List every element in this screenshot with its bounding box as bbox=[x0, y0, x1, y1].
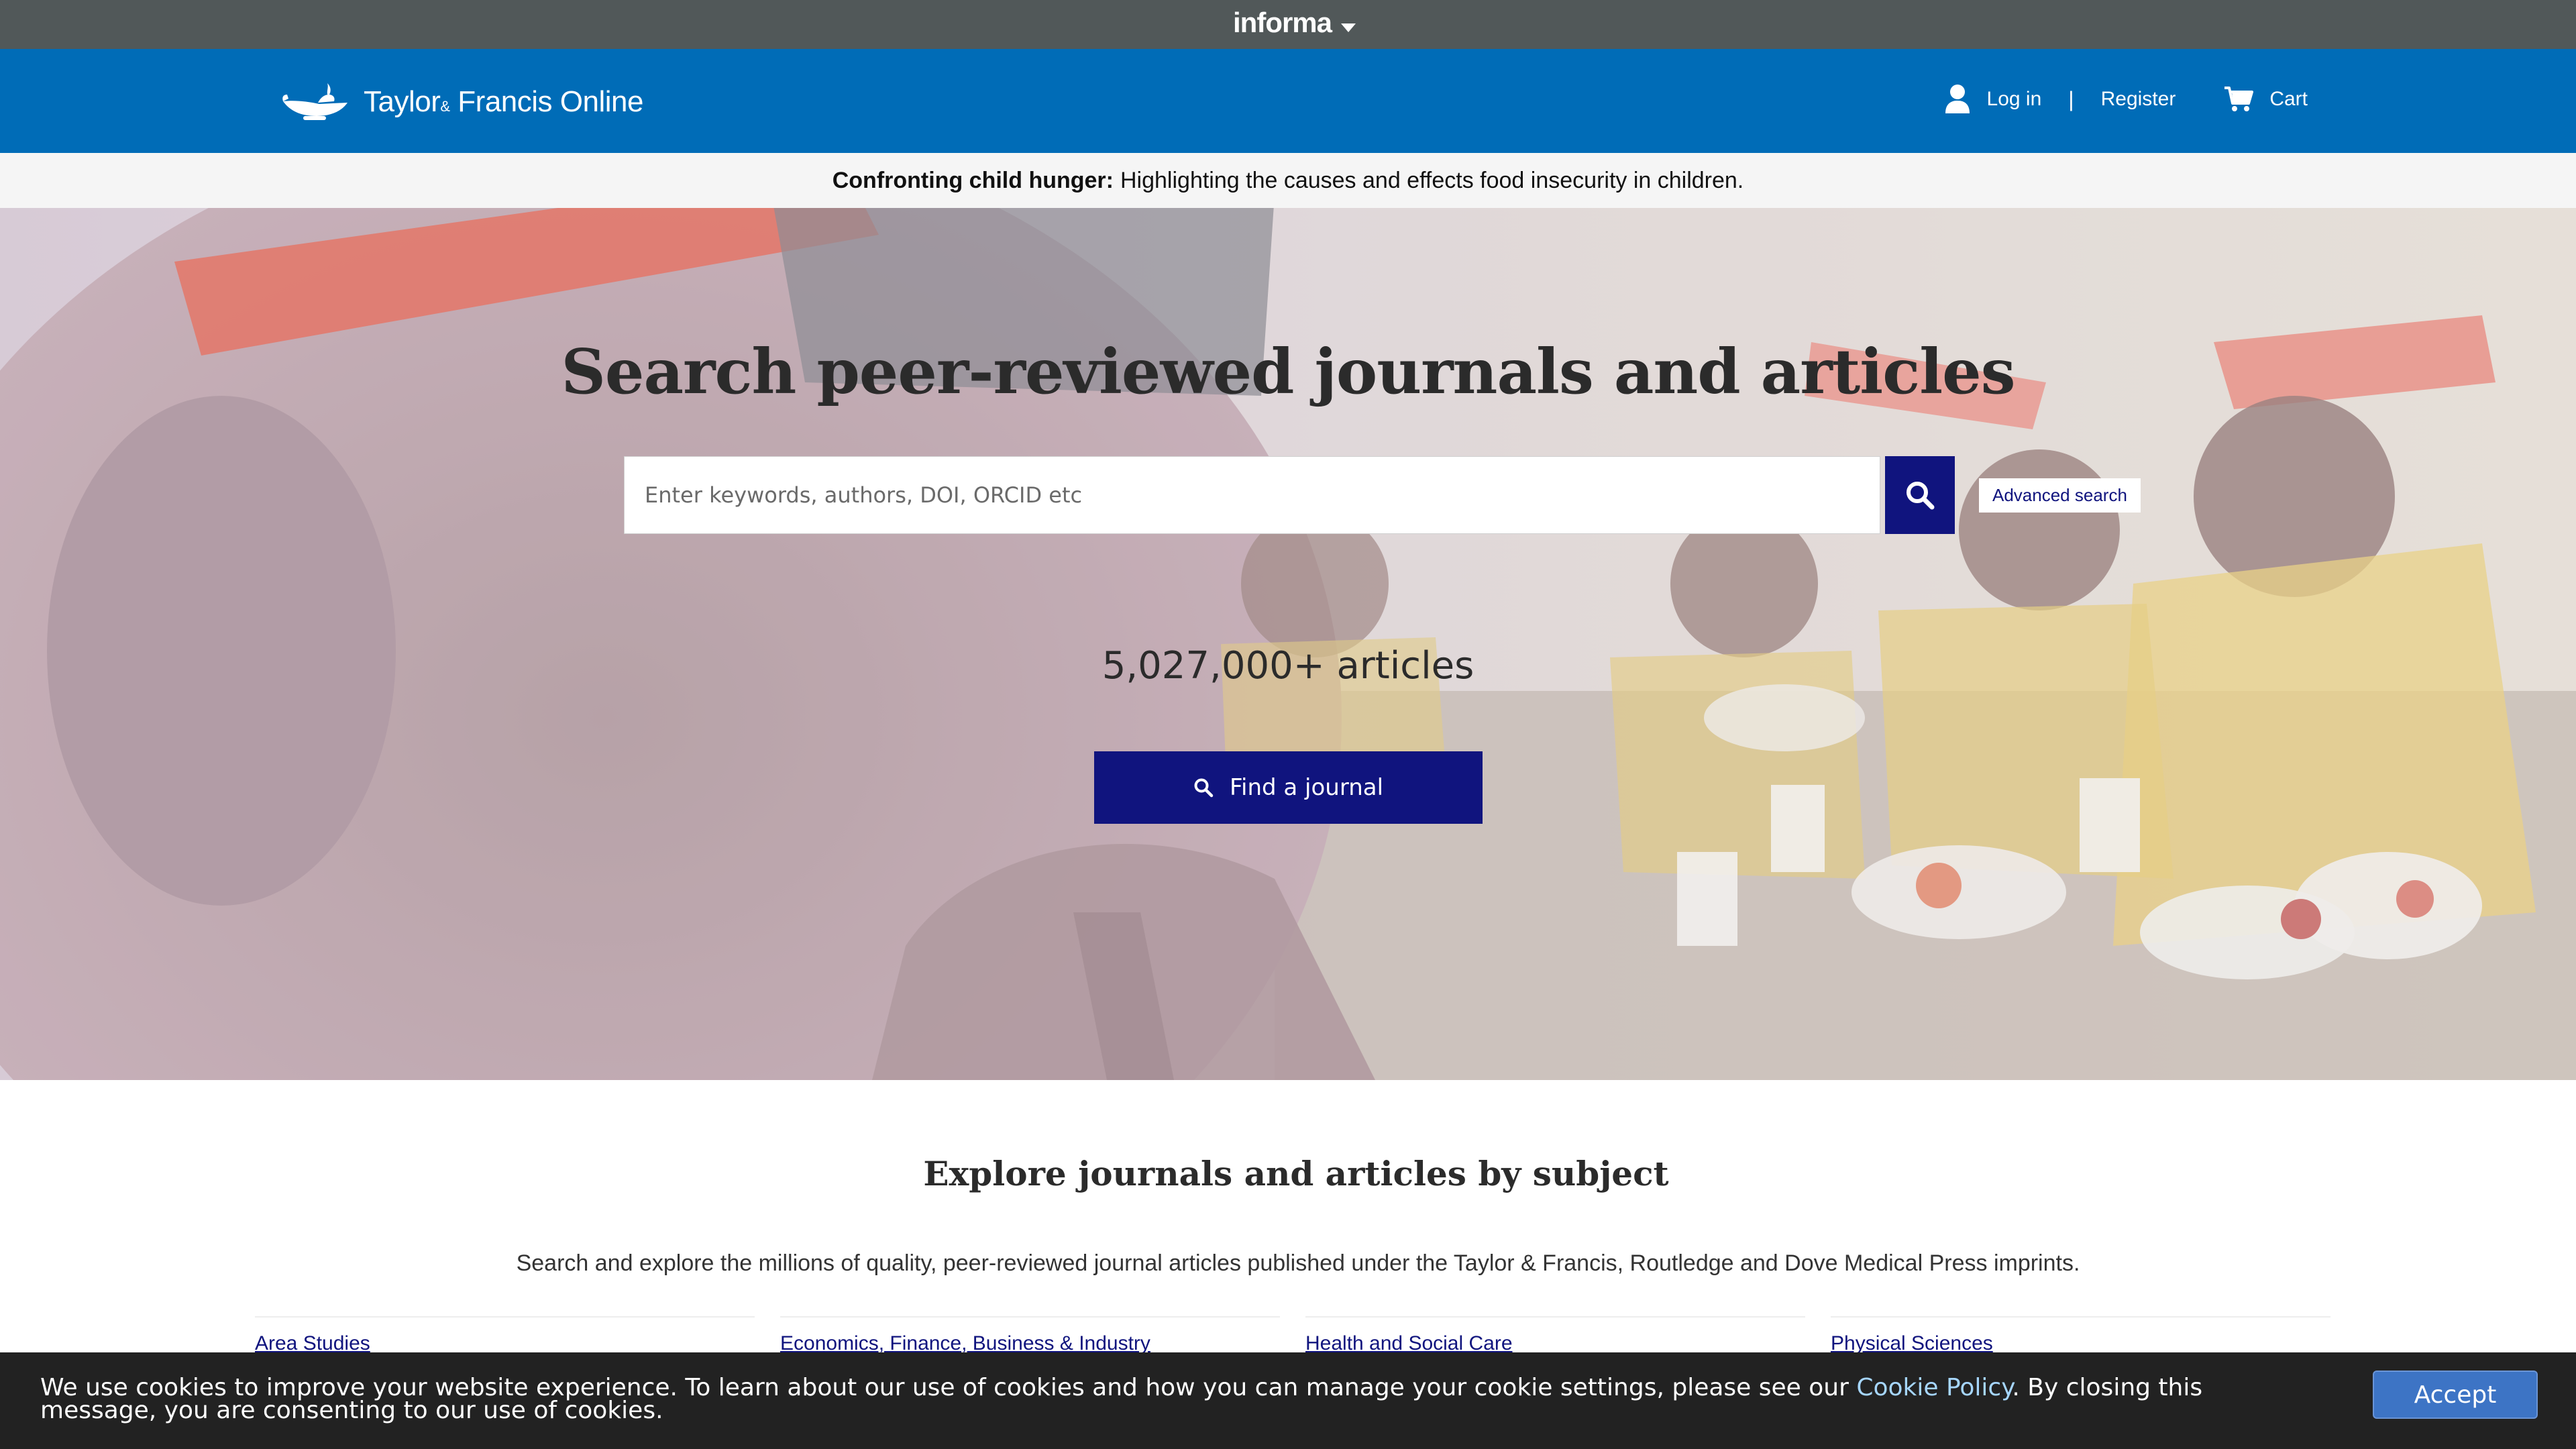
accept-cookies-button[interactable]: Accept bbox=[2373, 1371, 2538, 1419]
site-header: Taylor& Francis Online Log in | Register… bbox=[0, 49, 2576, 153]
cookie-message: We use cookies to improve your website e… bbox=[40, 1374, 2308, 1423]
hero-section: Search peer-reviewed journals and articl… bbox=[0, 208, 2576, 1080]
caret-down-icon bbox=[1341, 23, 1356, 32]
search-button[interactable] bbox=[1885, 456, 1955, 534]
nav-separator: | bbox=[2068, 87, 2074, 111]
informa-bar: informa bbox=[0, 0, 2576, 49]
login-label: Log in bbox=[1986, 88, 2042, 110]
search-icon bbox=[1907, 482, 1935, 510]
find-journal-button[interactable]: Find a journal bbox=[1094, 751, 1483, 824]
brand-logo-link[interactable]: Taylor& Francis Online bbox=[280, 81, 643, 123]
login-link[interactable]: Log in bbox=[1944, 84, 2042, 115]
find-journal-label: Find a journal bbox=[1229, 774, 1384, 801]
search-form: Advanced search bbox=[624, 456, 2141, 534]
announcement-title: Confronting child hunger: bbox=[832, 167, 1114, 193]
informa-logo-text: informa bbox=[1233, 7, 1332, 38]
user-icon bbox=[1945, 85, 1970, 113]
cookie-policy-link[interactable]: Cookie Policy bbox=[1856, 1374, 2012, 1401]
brand-name-francis-online: Francis Online bbox=[449, 85, 643, 118]
register-label: Register bbox=[2100, 88, 2176, 110]
brand-name-amp: & bbox=[440, 98, 450, 115]
search-input[interactable] bbox=[624, 456, 1880, 534]
informa-menu-toggle[interactable]: informa bbox=[1233, 3, 1356, 43]
announcement-bar[interactable]: Confronting child hunger: Highlighting t… bbox=[0, 153, 2576, 208]
subject-link-health[interactable]: Health and Social Care bbox=[1305, 1316, 1805, 1355]
subject-link-area-studies[interactable]: Area Studies bbox=[255, 1316, 755, 1355]
lamp-logo-icon bbox=[282, 83, 347, 120]
hero-title: Search peer-reviewed journals and articl… bbox=[561, 335, 2015, 408]
cookie-banner: We use cookies to improve your website e… bbox=[0, 1352, 2576, 1449]
search-icon bbox=[1194, 778, 1214, 798]
brand-name-taylor: Taylor bbox=[364, 85, 441, 118]
cart-link[interactable]: Cart bbox=[2224, 86, 2308, 113]
article-count: 5,027,000+ articles bbox=[1102, 644, 1474, 688]
explore-title: Explore journals and articles by subject bbox=[923, 1154, 1669, 1193]
advanced-search-link[interactable]: Advanced search bbox=[1979, 478, 2141, 513]
subject-link-economics[interactable]: Economics, Finance, Business & Industry bbox=[780, 1316, 1280, 1355]
brand-name: Taylor& Francis Online bbox=[364, 85, 643, 119]
subject-link-physical-sciences[interactable]: Physical Sciences bbox=[1831, 1316, 2330, 1355]
explore-subtitle: Search and explore the millions of quali… bbox=[516, 1250, 2080, 1276]
register-link[interactable]: Register bbox=[2101, 88, 2176, 111]
subject-list: Area Studies Economics, Finance, Busines… bbox=[255, 1316, 2356, 1355]
announcement-text: Highlighting the causes and effects food… bbox=[1120, 167, 1744, 193]
cart-icon bbox=[2224, 87, 2254, 111]
user-nav: Log in | Register Cart bbox=[1944, 84, 2308, 115]
cart-label: Cart bbox=[2269, 88, 2308, 110]
